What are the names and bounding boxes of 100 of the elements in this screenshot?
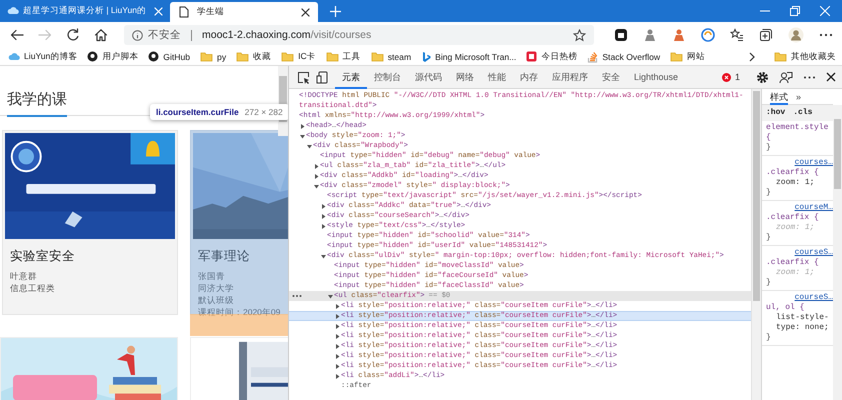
- course-info: 默认班级: [198, 294, 235, 306]
- devtools-tab[interactable]: 源代码: [408, 66, 449, 88]
- browser-tab[interactable]: 超星学习通网课分析 | LiuYun的: [2, 0, 168, 22]
- bookmark[interactable]: Bing Microsoft Tran...: [421, 50, 516, 62]
- stack-icon[interactable]: [587, 50, 598, 62]
- page-icon[interactable]: [178, 6, 189, 18]
- more-tabs-button[interactable]: »: [796, 92, 802, 102]
- url-text[interactable]: mooc1-2.chaoxing.com/visit/courses: [202, 29, 372, 41]
- caret-down-icon[interactable]: [327, 292, 334, 300]
- bookmark[interactable]: 今日热榜: [526, 50, 578, 62]
- scrollbar[interactable]: [833, 105, 842, 400]
- closing-brace: }: [766, 333, 772, 343]
- restore-icon[interactable]: [790, 6, 800, 16]
- devtools-tab[interactable]: 应用程序: [545, 66, 595, 88]
- swirl-icon[interactable]: [701, 28, 715, 42]
- caret-down-icon[interactable]: [299, 132, 306, 140]
- figure-icon[interactable]: [643, 28, 657, 42]
- tab-title[interactable]: 超星学习通网课分析 | LiuYun的: [23, 5, 150, 17]
- devtools-tab[interactable]: 网络: [449, 66, 481, 88]
- chevron-right-icon[interactable]: [748, 52, 756, 62]
- bookmark[interactable]: 收藏: [236, 50, 272, 62]
- figure-icon[interactable]: [672, 28, 686, 42]
- inspect-icon[interactable]: [297, 70, 310, 84]
- address-bar[interactable]: 不安全 mooc1-2.chaoxing.com/visit/courses: [124, 25, 594, 45]
- security-label[interactable]: 不安全: [148, 28, 181, 42]
- disc-icon[interactable]: [148, 51, 160, 62]
- bookmark[interactable]: IC卡: [281, 50, 316, 62]
- course-title[interactable]: 实验室安全: [10, 248, 175, 265]
- new-tab-icon[interactable]: [330, 6, 341, 16]
- closing-brace: }: [766, 143, 772, 153]
- bookmark[interactable]: 工具: [326, 50, 361, 62]
- bookmark[interactable]: LiuYun的博客: [8, 50, 78, 62]
- filter-toggle[interactable]: .cls: [793, 108, 812, 118]
- tab-title[interactable]: 学生端: [197, 6, 293, 18]
- error-count[interactable]: 1: [734, 72, 740, 82]
- caret-down-icon[interactable]: [313, 182, 320, 190]
- collections-icon[interactable]: [759, 28, 773, 42]
- caret-right-icon[interactable]: [313, 162, 320, 170]
- css-declaration[interactable]: zoom: 1;: [766, 178, 833, 188]
- square-icon[interactable]: [526, 51, 538, 62]
- caret-right-icon[interactable]: [334, 372, 341, 380]
- caret-right-icon[interactable]: [320, 202, 327, 210]
- favorites-icon[interactable]: [730, 28, 744, 42]
- profile-icon[interactable]: [788, 27, 804, 43]
- disc-icon[interactable]: [87, 51, 98, 62]
- caret-down-icon[interactable]: [306, 142, 313, 150]
- closing-brace: }: [766, 233, 772, 243]
- bookmark[interactable]: Stack Overflow: [587, 50, 660, 62]
- course-info: 信息工程类: [10, 282, 56, 294]
- caret-right-icon[interactable]: [334, 352, 341, 360]
- bookmark[interactable]: steam: [370, 51, 412, 62]
- bookmark[interactable]: 网站: [670, 50, 706, 62]
- feedback-icon[interactable]: [779, 70, 793, 84]
- devtools-tab[interactable]: Lighthouse: [627, 66, 686, 88]
- dots-icon[interactable]: [292, 294, 302, 298]
- devtools-tab[interactable]: 安全: [595, 66, 627, 88]
- app-icon[interactable]: [614, 28, 628, 42]
- caret-right-icon[interactable]: [334, 342, 341, 350]
- source-link[interactable]: courseM…: [766, 203, 833, 213]
- course-card[interactable]: 实验室安全 叶意群 信息工程类: [2, 130, 178, 315]
- bookmark[interactable]: py: [200, 51, 226, 62]
- ribbon-icon[interactable]: [421, 50, 432, 62]
- devtools-tab[interactable]: 性能: [481, 66, 513, 88]
- caret-right-icon[interactable]: [334, 332, 341, 340]
- close-icon[interactable]: [826, 72, 836, 82]
- caret-right-icon[interactable]: [313, 172, 320, 180]
- css-selector: ul, ol {: [766, 303, 806, 313]
- devtools-tab[interactable]: 元素: [335, 66, 367, 88]
- css-declaration[interactable]: list-style-type: none;: [766, 313, 833, 333]
- caret-right-icon[interactable]: [320, 222, 327, 230]
- bookmark[interactable]: 其他收藏夹: [774, 50, 836, 62]
- caret-right-icon[interactable]: [320, 212, 327, 220]
- info-icon[interactable]: [132, 30, 143, 40]
- refresh-icon[interactable]: [66, 28, 80, 42]
- home-icon[interactable]: [94, 28, 108, 42]
- close-icon[interactable]: [301, 8, 310, 16]
- devtools-tab[interactable]: 控制台: [367, 66, 408, 88]
- browser-tab[interactable]: 学生端: [170, 2, 318, 22]
- settings-icon[interactable]: [756, 70, 769, 84]
- back-icon[interactable]: [10, 28, 24, 42]
- course-title[interactable]: 军事理论: [198, 248, 288, 265]
- filter-toggle[interactable]: :hov: [766, 108, 786, 118]
- cloud-icon[interactable]: [7, 5, 19, 17]
- caret-down-icon[interactable]: [320, 252, 327, 260]
- star-icon[interactable]: [573, 28, 586, 42]
- caret-right-icon[interactable]: [334, 362, 341, 370]
- source-link[interactable]: courses…: [766, 158, 833, 168]
- caret-right-icon[interactable]: [334, 312, 341, 320]
- bookmark[interactable]: 用户脚本: [87, 50, 138, 62]
- styles-tab[interactable]: 样式: [770, 89, 788, 104]
- course-info: 叶意群: [10, 270, 38, 282]
- caret-right-icon[interactable]: [299, 122, 306, 130]
- devtools-tab[interactable]: 内存: [513, 66, 545, 88]
- bookmark[interactable]: GitHub: [148, 51, 190, 62]
- css-selector: .clearfix {: [766, 213, 820, 223]
- source-link[interactable]: courseS…: [766, 248, 833, 258]
- scrollbar[interactable]: [751, 89, 761, 400]
- source-link[interactable]: courseS…: [766, 293, 833, 303]
- device-icon[interactable]: [316, 70, 329, 84]
- error-icon[interactable]: [722, 72, 731, 82]
